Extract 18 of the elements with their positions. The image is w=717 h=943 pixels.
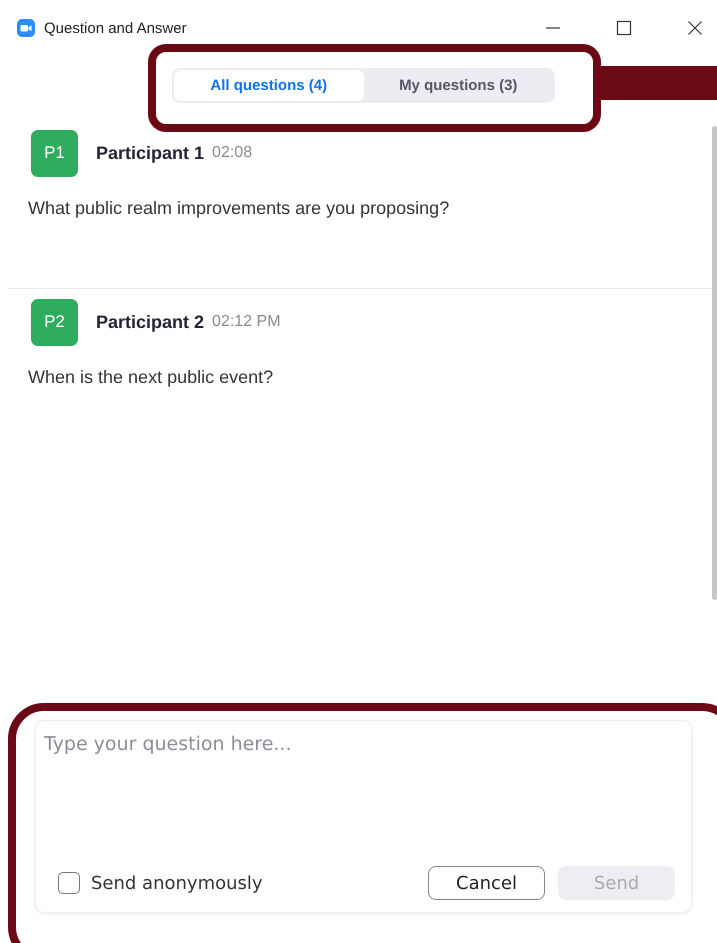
close-button[interactable]: [687, 20, 703, 36]
tab[interactable]: All questions (4): [174, 70, 364, 101]
participant-name: Participant 2: [96, 312, 204, 332]
checkbox-label: Send anonymously: [91, 872, 263, 894]
camera-icon: [17, 19, 35, 37]
checkbox[interactable]: [58, 872, 80, 894]
cancel-button[interactable]: Cancel: [428, 866, 545, 900]
timestamp: 02:12 PM: [212, 313, 281, 331]
tab[interactable]: My questions (3): [364, 70, 553, 101]
timestamp: 02:08: [212, 144, 252, 162]
maximize-button[interactable]: [616, 20, 632, 36]
scrollbar[interactable]: [712, 126, 717, 600]
avatar: P1: [31, 130, 78, 176]
window-title: Question and Answer: [44, 20, 187, 36]
avatar: P2: [31, 298, 78, 346]
question-text: When is the next public event?: [28, 367, 274, 389]
question-text: What public realm improvements are you proposing?: [28, 198, 450, 220]
participant-name: Participant 1: [96, 142, 204, 164]
